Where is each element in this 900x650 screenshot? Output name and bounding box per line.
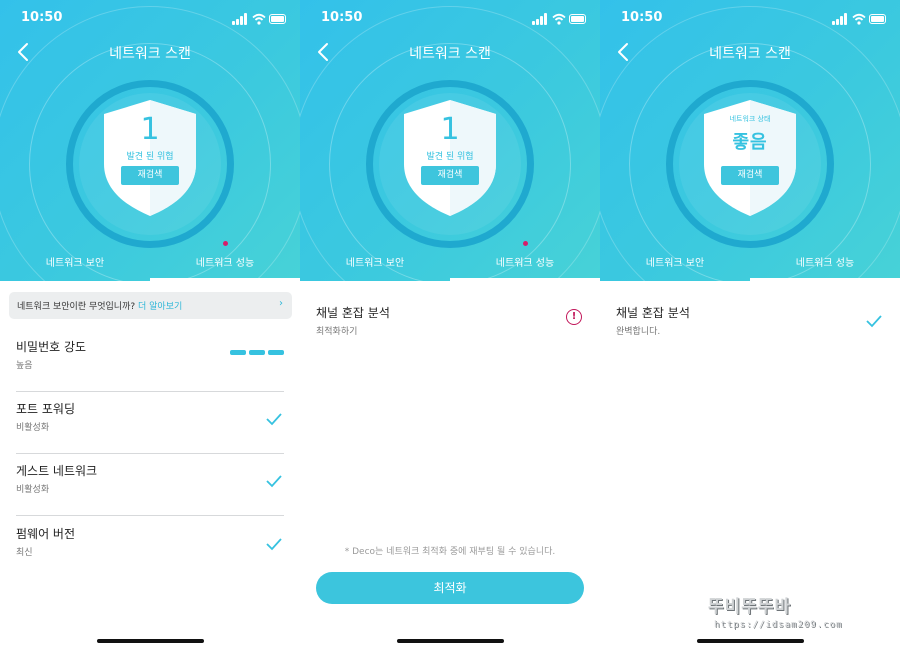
optimize-button[interactable]: 최적화	[316, 572, 584, 604]
item-subtitle: 높음	[16, 361, 33, 371]
check-icon	[266, 413, 282, 426]
list-item-channel-congestion[interactable]: 채널 혼잡 분석 최적화하기 !	[316, 296, 584, 358]
page-title: 네트워크 스캔	[709, 46, 791, 62]
threat-label: 발견 된 위협	[126, 152, 174, 162]
chevron-right-icon: ›	[279, 298, 283, 309]
tab-network-security[interactable]: 네트워크 보안	[300, 254, 450, 281]
status-bar: 10:50	[600, 10, 900, 28]
item-subtitle: 최신	[16, 548, 33, 558]
item-title: 채널 혼잡 분석	[316, 306, 390, 320]
item-title: 게스트 네트워크	[16, 464, 98, 478]
divider	[16, 515, 284, 516]
item-subtitle: 최적화하기	[316, 327, 358, 337]
home-indicator[interactable]	[97, 639, 204, 643]
watermark-title: 뚜비뚜뚜바	[708, 597, 792, 617]
learn-more-link[interactable]: 더 알아보기	[138, 302, 182, 312]
threat-label: 발견 된 위협	[426, 152, 474, 162]
check-icon	[266, 475, 282, 488]
tab-indicator	[150, 278, 300, 281]
network-status-label: 네트워크 상태	[729, 115, 771, 123]
network-status-value: 좋음	[732, 132, 768, 153]
alert-dot	[223, 241, 228, 246]
list-item-firmware-version: 펌웨어 버전 최신	[16, 517, 284, 579]
scan-header: 10:50 네트워크 스캔 네트워크 상태 좋음 재검색 네트워크 보안 네트워…	[600, 0, 900, 281]
item-title: 채널 혼잡 분석	[616, 306, 690, 320]
info-banner[interactable]: 네트워크 보안이란 무엇입니까? 더 알아보기 ›	[9, 292, 292, 319]
page-title: 네트워크 스캔	[109, 46, 191, 62]
clock: 10:50	[21, 10, 63, 25]
list-item-password-strength: 비밀번호 강도 높음	[16, 330, 284, 392]
performance-scan-screen: 10:50 네트워크 스캔 1 발견 된 위협 재검색 네트워크 보안 네트워크…	[300, 0, 600, 650]
wifi-icon	[252, 13, 266, 25]
threat-count: 1	[140, 112, 160, 147]
check-icon	[866, 315, 882, 328]
item-title: 포트 포워딩	[16, 402, 76, 416]
tab-network-performance[interactable]: 네트워크 성능	[150, 254, 300, 281]
info-banner-text: 네트워크 보안이란 무엇입니까?	[17, 302, 139, 312]
tab-network-performance[interactable]: 네트워크 성능	[450, 254, 600, 281]
rescan-button[interactable]: 재검색	[121, 166, 179, 185]
rescan-button[interactable]: 재검색	[721, 166, 779, 185]
performance-result-screen: 10:50 네트워크 스캔 네트워크 상태 좋음 재검색 네트워크 보안 네트워…	[600, 0, 900, 650]
item-subtitle: 비활성화	[16, 423, 50, 433]
home-indicator[interactable]	[397, 639, 504, 643]
item-subtitle: 비활성화	[16, 485, 50, 495]
tab-network-security[interactable]: 네트워크 보안	[600, 254, 750, 281]
list-item-port-forwarding: 포트 포워딩 비활성화	[16, 392, 284, 454]
watermark-url: https://idsam209.com	[714, 620, 843, 630]
strength-bars	[230, 350, 284, 355]
warning-icon: !	[566, 309, 582, 325]
tab-indicator	[450, 278, 600, 281]
list-item-channel-congestion: 채널 혼잡 분석 완벽합니다.	[616, 296, 884, 358]
alert-dot	[523, 241, 528, 246]
tab-network-security[interactable]: 네트워크 보안	[0, 254, 150, 281]
scan-header: 10:50 네트워크 스캔 1 발견 된 위협 재검색 네트워크 보안 네트워크…	[300, 0, 600, 281]
check-icon	[266, 538, 282, 551]
clock: 10:50	[621, 10, 663, 25]
wifi-icon	[852, 13, 866, 25]
rescan-button[interactable]: 재검색	[421, 166, 479, 185]
status-bar: 10:50	[0, 10, 300, 28]
security-scan-screen: 10:50 네트워크 스캔 1 발견 된 위협 재검색 네트워크 보안 네트워크…	[0, 0, 300, 650]
clock: 10:50	[321, 10, 363, 25]
watermark: 뚜비뚜뚜바 https://idsam209.com	[706, 592, 892, 642]
scan-header: 10:50 네트워크 스캔 1 발견 된 위협 재검색 네트워크 보안 네트워크…	[0, 0, 300, 281]
status-bar: 10:50	[300, 10, 600, 28]
threat-count: 1	[440, 112, 460, 147]
tab-network-performance[interactable]: 네트워크 성능	[750, 254, 900, 281]
tab-indicator	[750, 278, 900, 281]
page-title: 네트워크 스캔	[409, 46, 491, 62]
reboot-note: * Deco는 네트워크 최적화 중에 재부팅 될 수 있습니다.	[344, 547, 556, 557]
battery-icon	[269, 14, 286, 24]
battery-icon	[869, 14, 886, 24]
battery-icon	[569, 14, 586, 24]
item-title: 펌웨어 버전	[16, 527, 76, 541]
list-item-guest-network: 게스트 네트워크 비활성화	[16, 454, 284, 516]
item-subtitle: 완벽합니다.	[616, 327, 661, 337]
item-title: 비밀번호 강도	[16, 340, 87, 354]
wifi-icon	[552, 13, 566, 25]
